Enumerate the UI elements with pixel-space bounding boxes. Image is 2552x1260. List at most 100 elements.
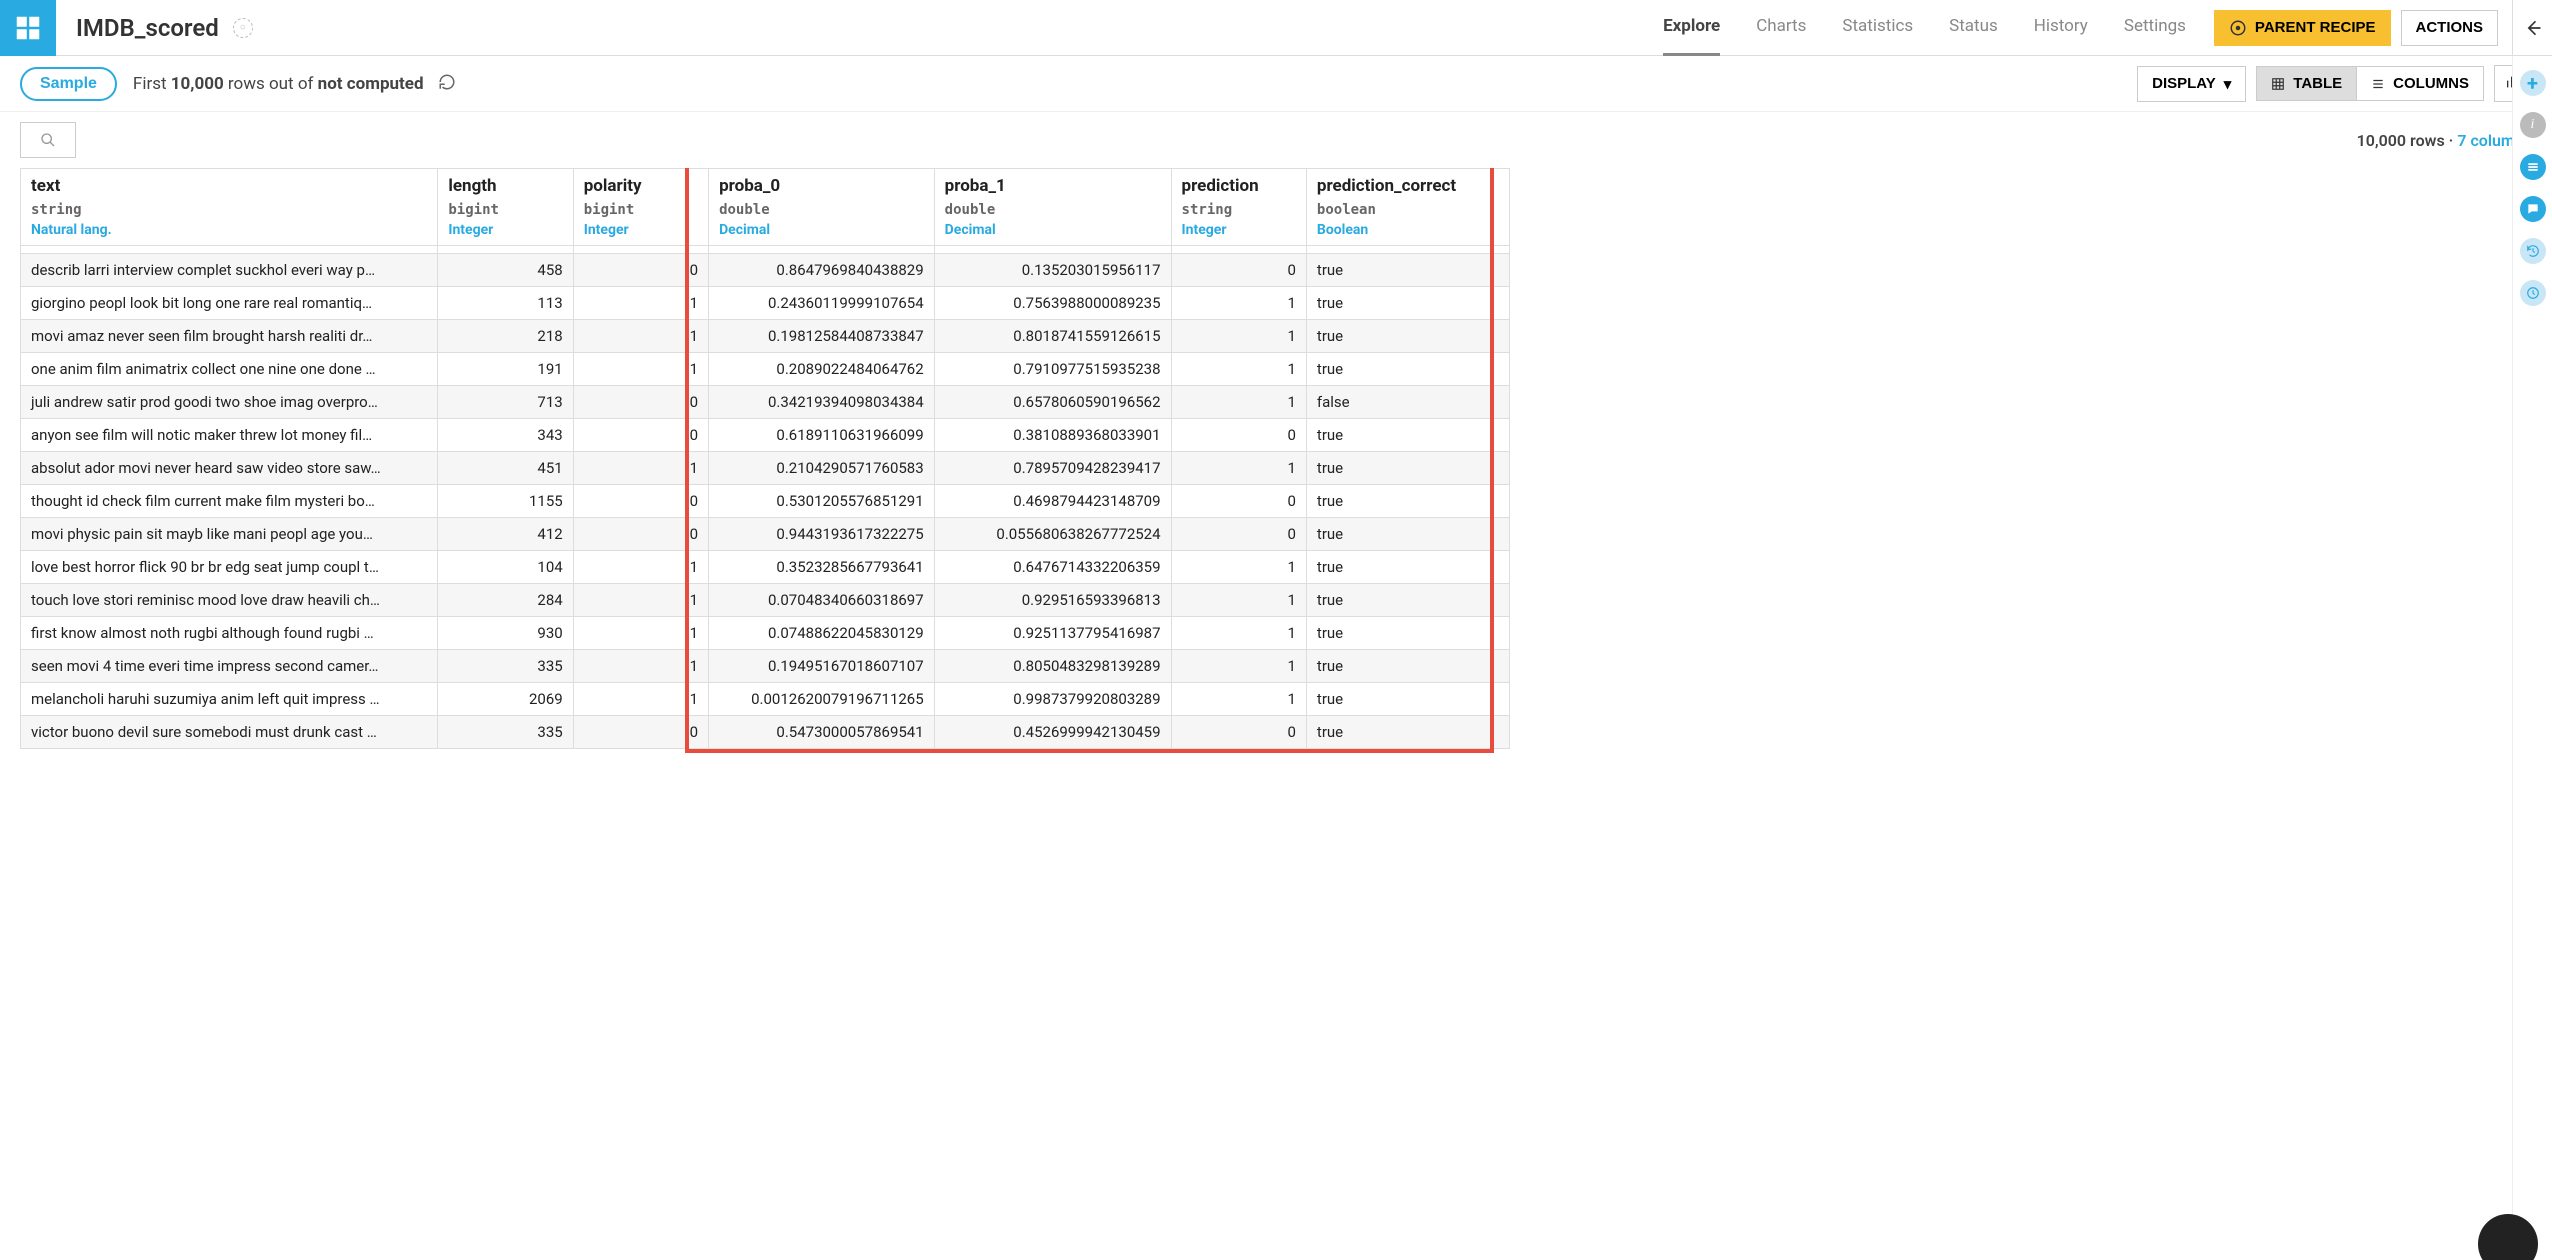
nav-history[interactable]: History bbox=[2034, 0, 2088, 56]
lines-icon bbox=[2526, 160, 2540, 174]
cell-prediction: 1 bbox=[1171, 650, 1306, 683]
cell-text: movi physic pain sit mayb like mani peop… bbox=[21, 518, 438, 551]
cell-prediction: 1 bbox=[1171, 353, 1306, 386]
cell-proba_1: 0.135203015956117 bbox=[934, 254, 1171, 287]
cell-length: 713 bbox=[438, 386, 573, 419]
nav-statistics[interactable]: Statistics bbox=[1842, 0, 1913, 56]
cell-proba_1: 0.7910977515935238 bbox=[934, 353, 1171, 386]
cell-text: first know almost noth rugbi although fo… bbox=[21, 617, 438, 650]
cell-proba_0: 0.19812584408733847 bbox=[709, 320, 935, 353]
cell-prediction: 0 bbox=[1171, 254, 1306, 287]
row-count-info: 10,000 rows · 7 columns bbox=[2357, 131, 2532, 150]
col-header-prediction_correct[interactable]: prediction_correctbooleanBoolean bbox=[1306, 169, 1509, 246]
table-row[interactable]: victor buono devil sure somebodi must dr… bbox=[21, 716, 1510, 749]
history-button[interactable] bbox=[2520, 238, 2546, 264]
nav-charts[interactable]: Charts bbox=[1756, 0, 1806, 56]
columns-view-button[interactable]: COLUMNS bbox=[2357, 67, 2483, 100]
table-row[interactable]: movi physic pain sit mayb like mani peop… bbox=[21, 518, 1510, 551]
cell-length: 335 bbox=[438, 650, 573, 683]
table-header-row: textstringNatural lang.lengthbigintInteg… bbox=[21, 169, 1510, 246]
table-row[interactable]: movi amaz never seen film brought harsh … bbox=[21, 320, 1510, 353]
cell-prediction_correct: true bbox=[1306, 254, 1509, 287]
cell-length: 2069 bbox=[438, 683, 573, 716]
cell-polarity: 0 bbox=[573, 485, 708, 518]
schedule-button[interactable] bbox=[2520, 280, 2546, 306]
cell-text: describ larri interview complet suckhol … bbox=[21, 254, 438, 287]
col-header-proba_0[interactable]: proba_0doubleDecimal bbox=[709, 169, 935, 246]
sample-button[interactable]: Sample bbox=[20, 67, 117, 101]
cell-proba_0: 0.5301205576851291 bbox=[709, 485, 935, 518]
cell-prediction: 0 bbox=[1171, 518, 1306, 551]
table-row[interactable]: seen movi 4 time everi time impress seco… bbox=[21, 650, 1510, 683]
col-header-prediction[interactable]: predictionstringInteger bbox=[1171, 169, 1306, 246]
cell-polarity: 0 bbox=[573, 419, 708, 452]
parent-recipe-button[interactable]: PARENT RECIPE bbox=[2214, 10, 2391, 46]
cell-proba_0: 0.07488622045830129 bbox=[709, 617, 935, 650]
cell-prediction: 1 bbox=[1171, 287, 1306, 320]
table-row[interactable]: describ larri interview complet suckhol … bbox=[21, 254, 1510, 287]
search-input[interactable] bbox=[20, 122, 76, 158]
cell-prediction: 1 bbox=[1171, 320, 1306, 353]
cell-prediction_correct: true bbox=[1306, 683, 1509, 716]
refresh-button[interactable] bbox=[438, 73, 456, 95]
table-row[interactable]: melancholi haruhi suzumiya anim left qui… bbox=[21, 683, 1510, 716]
cell-prediction: 0 bbox=[1171, 716, 1306, 749]
nav-settings[interactable]: Settings bbox=[2124, 0, 2186, 56]
topbar: IMDB_scored ○ Explore Charts Statistics Sta… bbox=[0, 0, 2552, 56]
cell-length: 412 bbox=[438, 518, 573, 551]
status-badge-icon[interactable]: ○ bbox=[233, 18, 253, 38]
cell-length: 930 bbox=[438, 617, 573, 650]
cell-text: touch love stori reminisc mood love draw… bbox=[21, 584, 438, 617]
cell-text: movi amaz never seen film brought harsh … bbox=[21, 320, 438, 353]
cell-polarity: 0 bbox=[573, 254, 708, 287]
cell-length: 451 bbox=[438, 452, 573, 485]
info-button[interactable]: i bbox=[2520, 112, 2546, 138]
cell-polarity: 0 bbox=[573, 716, 708, 749]
cell-text: melancholi haruhi suzumiya anim left qui… bbox=[21, 683, 438, 716]
nav-status[interactable]: Status bbox=[1949, 0, 1998, 56]
col-header-proba_1[interactable]: proba_1doubleDecimal bbox=[934, 169, 1171, 246]
table-row[interactable]: absolut ador movi never heard saw video … bbox=[21, 452, 1510, 485]
cell-length: 191 bbox=[438, 353, 573, 386]
table-row[interactable]: giorgino peopl look bit long one rare re… bbox=[21, 287, 1510, 320]
cell-polarity: 0 bbox=[573, 386, 708, 419]
cell-text: giorgino peopl look bit long one rare re… bbox=[21, 287, 438, 320]
cell-polarity: 0 bbox=[573, 518, 708, 551]
add-button[interactable]: + bbox=[2520, 70, 2546, 96]
table-row[interactable]: juli andrew satir prod goodi two shoe im… bbox=[21, 386, 1510, 419]
table-row[interactable]: love best horror flick 90 br br edg seat… bbox=[21, 551, 1510, 584]
cell-proba_0: 0.9443193617322275 bbox=[709, 518, 935, 551]
details-button[interactable] bbox=[2520, 154, 2546, 180]
cell-proba_0: 0.0012620079196711265 bbox=[709, 683, 935, 716]
actions-button[interactable]: ACTIONS bbox=[2401, 10, 2499, 46]
back-button[interactable] bbox=[2512, 0, 2552, 56]
cell-length: 218 bbox=[438, 320, 573, 353]
col-header-polarity[interactable]: polaritybigintInteger bbox=[573, 169, 708, 246]
col-header-text[interactable]: textstringNatural lang. bbox=[21, 169, 438, 246]
cell-text: love best horror flick 90 br br edg seat… bbox=[21, 551, 438, 584]
table-view-button[interactable]: TABLE bbox=[2257, 67, 2357, 100]
table-row[interactable]: anyon see film will notic maker threw lo… bbox=[21, 419, 1510, 452]
cell-text: victor buono devil sure somebodi must dr… bbox=[21, 716, 438, 749]
table-row[interactable]: first know almost noth rugbi although fo… bbox=[21, 617, 1510, 650]
cell-text: seen movi 4 time everi time impress seco… bbox=[21, 650, 438, 683]
table-row[interactable]: thought id check film current make film … bbox=[21, 485, 1510, 518]
nav-explore[interactable]: Explore bbox=[1663, 0, 1720, 56]
app-logo[interactable] bbox=[0, 0, 56, 56]
cell-polarity: 1 bbox=[573, 584, 708, 617]
page-title: IMDB_scored bbox=[76, 14, 219, 42]
chat-icon bbox=[2526, 202, 2540, 216]
history-icon bbox=[2526, 244, 2540, 258]
caret-down-icon: ▾ bbox=[2224, 75, 2232, 93]
col-header-length[interactable]: lengthbigintInteger bbox=[438, 169, 573, 246]
cell-proba_1: 0.8050483298139289 bbox=[934, 650, 1171, 683]
cell-proba_0: 0.3523285667793641 bbox=[709, 551, 935, 584]
cell-prediction: 0 bbox=[1171, 485, 1306, 518]
table-row[interactable]: one anim film animatrix collect one nine… bbox=[21, 353, 1510, 386]
cell-proba_0: 0.19495167018607107 bbox=[709, 650, 935, 683]
display-button[interactable]: DISPLAY ▾ bbox=[2137, 66, 2246, 102]
cell-proba_1: 0.4698794423148709 bbox=[934, 485, 1171, 518]
table-row[interactable]: touch love stori reminisc mood love draw… bbox=[21, 584, 1510, 617]
cell-length: 113 bbox=[438, 287, 573, 320]
comments-button[interactable] bbox=[2520, 196, 2546, 222]
